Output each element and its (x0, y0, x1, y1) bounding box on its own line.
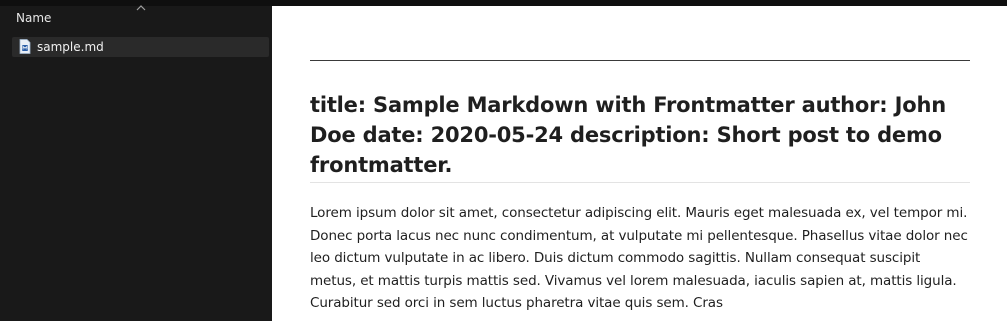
body-paragraph: Lorem ipsum dolor sit amet, consectetur … (310, 205, 968, 311)
sort-ascending-icon (136, 5, 146, 11)
file-explorer-pane: Name sample.md (0, 5, 272, 321)
file-item-sample-md[interactable]: sample.md (12, 37, 269, 57)
frontmatter-heading: title: Sample Markdown with Frontmatter … (310, 93, 946, 177)
heading-underline (310, 182, 970, 183)
name-column-label: Name (16, 11, 52, 25)
horizontal-rule (310, 60, 970, 61)
markdown-preview-pane[interactable]: title: Sample Markdown with Frontmatter … (272, 6, 1007, 321)
file-name-label: sample.md (37, 40, 104, 54)
name-column-header[interactable]: Name (0, 5, 272, 30)
markdown-file-icon (19, 39, 31, 54)
